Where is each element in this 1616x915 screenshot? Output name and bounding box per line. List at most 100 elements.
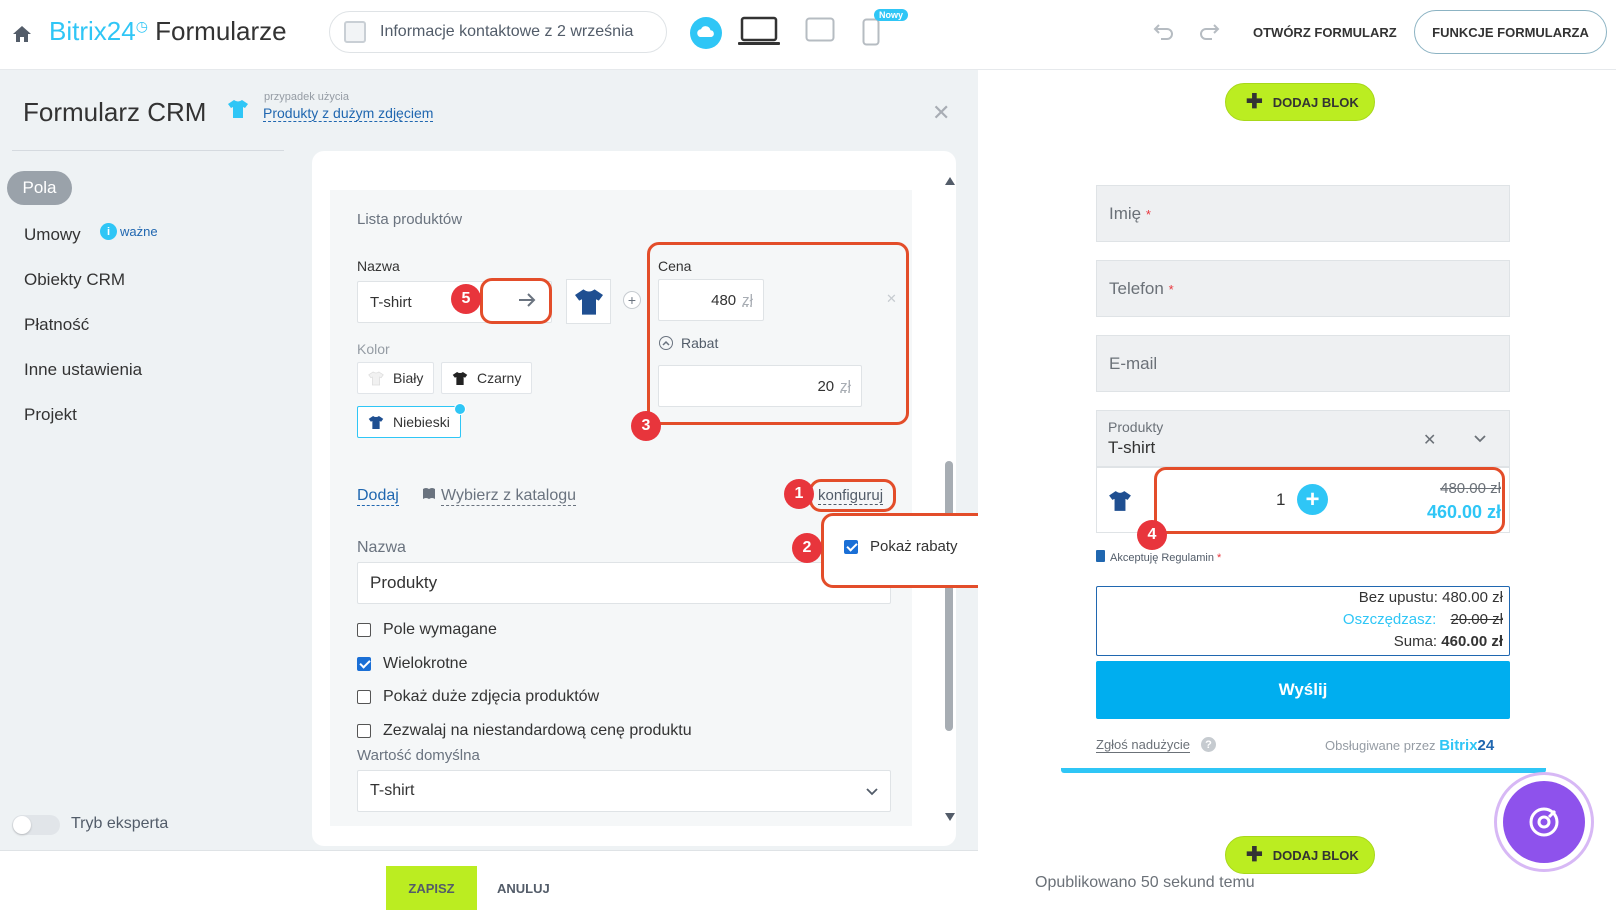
published-status: Opublikowano 50 sekund temu [1035, 874, 1255, 892]
add-block-button-top[interactable]: ✚ DODAJ BLOK [1225, 83, 1375, 121]
submit-button[interactable]: Wyślij [1096, 661, 1510, 719]
email-field-label: E-mail [1109, 354, 1158, 373]
show-discounts-checkbox[interactable] [844, 539, 858, 554]
save-button[interactable]: ZAPISZ [386, 866, 477, 910]
nav-item-other-settings[interactable]: Inne ustawienia [24, 360, 142, 380]
quantity-plus-button[interactable]: + [1297, 484, 1328, 515]
step-badge-3: 3 [631, 411, 661, 441]
help-icon[interactable]: ? [1201, 737, 1216, 752]
product-name-label: Nazwa [357, 258, 400, 274]
app-title: Bitrix24◷ Formularze [49, 16, 287, 47]
open-form-link[interactable]: OTWÓRZ FORMULARZ [1253, 25, 1397, 40]
cloud-icon[interactable] [690, 17, 722, 49]
clear-icon[interactable]: ✕ [1423, 430, 1436, 450]
nav-item-project[interactable]: Projekt [24, 405, 77, 425]
desktop-view-icon[interactable] [737, 16, 781, 48]
bottom-bar [0, 850, 978, 915]
copilot-icon [1503, 781, 1585, 863]
brand-logo: Bitrix24 [49, 16, 136, 46]
phone-field-label: Telefon [1109, 279, 1164, 298]
step-badge-5: 5 [451, 284, 481, 314]
price-value: 480 [711, 291, 737, 309]
usecase-label: przypadek użycia [264, 91, 349, 103]
color-label: Kolor [357, 341, 390, 357]
nav-item-pola[interactable]: Pola [7, 171, 72, 205]
add-block-label-bottom: DODAJ BLOK [1272, 847, 1359, 863]
tshirt-blue-icon [368, 415, 384, 429]
redo-icon[interactable] [1198, 22, 1220, 40]
required-field-option[interactable]: Pole wymagane [357, 621, 497, 639]
expert-mode-toggle[interactable] [12, 815, 60, 835]
color-option-white[interactable]: Biały [357, 362, 435, 394]
required-mark: * [1168, 282, 1174, 297]
nav-item-payment[interactable]: Płatność [24, 315, 89, 335]
multiple-checkbox[interactable] [357, 657, 371, 671]
tablet-view-icon[interactable] [805, 17, 835, 43]
discount-input[interactable]: 20 zł [658, 365, 862, 407]
close-icon[interactable]: ✕ [932, 100, 950, 126]
show-discounts-option[interactable]: Pokaż rabaty [844, 538, 958, 555]
mobile-view-icon[interactable] [862, 18, 880, 46]
required-field-label: Pole wymagane [383, 621, 497, 638]
report-abuse-link[interactable]: Zgłoś nadużycie [1096, 737, 1190, 753]
custom-price-option[interactable]: Zezwalaj na niestandardową cenę produktu [357, 722, 692, 740]
accept-terms-checkbox[interactable] [1096, 550, 1105, 562]
add-image-icon[interactable]: + [623, 291, 641, 309]
scroll-down-arrow[interactable] [944, 812, 956, 822]
section-title: Lista produktów [357, 211, 463, 228]
configure-link[interactable]: konfiguruj [818, 487, 884, 505]
cancel-button[interactable]: ANULUJ [497, 881, 550, 896]
remove-product-icon[interactable]: ✕ [886, 291, 897, 307]
large-photos-option[interactable]: Pokaż duże zdjęcia produktów [357, 688, 599, 706]
tshirt-icon [227, 99, 249, 119]
plus-icon: ✚ [1246, 91, 1263, 113]
form-selector[interactable]: Informacje kontaktowe z 2 września [329, 11, 667, 53]
scrollbar-thumb[interactable] [945, 461, 953, 731]
powered-by[interactable]: Obsługiwane przez Bitrix24 [1325, 737, 1494, 754]
discount-value: 20 [817, 377, 835, 395]
step-badge-2: 2 [792, 533, 822, 563]
clock-icon: ◷ [135, 18, 148, 34]
important-hint[interactable]: i ważne [100, 223, 158, 240]
summary-savings: Oszczędzasz: 20.00 zł [1342, 611, 1503, 628]
nav-item-crm-objects[interactable]: Obiekty CRM [24, 270, 125, 290]
form-functions-button[interactable]: FUNKCJE FORMULARZA [1414, 10, 1607, 54]
default-value-select[interactable]: T-shirt [357, 770, 891, 812]
expert-mode-label: Tryb eksperta [71, 815, 169, 832]
add-block-button-bottom[interactable]: ✚ DODAJ BLOK [1225, 836, 1375, 874]
add-product-link[interactable]: Dodaj [357, 487, 399, 506]
required-mark: * [1145, 207, 1151, 222]
catalog-book-icon [422, 487, 436, 500]
price-label: Cena [658, 258, 692, 274]
color-option-blue[interactable]: Niebieski [357, 406, 461, 438]
custom-price-checkbox[interactable] [357, 724, 371, 738]
important-label: ważne [120, 224, 158, 239]
step-badge-4: 4 [1137, 520, 1167, 550]
email-field[interactable]: E-mail [1096, 335, 1510, 392]
product-image[interactable] [566, 279, 611, 324]
undo-icon[interactable] [1153, 22, 1175, 40]
field-name-input[interactable]: Produkty [357, 562, 891, 604]
arrow-right-icon[interactable] [518, 292, 536, 308]
form-bottom-accent [1061, 768, 1546, 773]
name-field[interactable]: Imię * [1096, 185, 1510, 242]
chevron-up-icon[interactable] [659, 336, 673, 350]
panel-title: Formularz CRM [23, 97, 207, 127]
large-photos-checkbox[interactable] [357, 690, 371, 704]
form-name: Informacje kontaktowe z 2 września [380, 23, 634, 40]
color-option-black[interactable]: Czarny [441, 362, 533, 394]
color-label-blue: Niebieski [393, 414, 450, 430]
home-icon[interactable] [12, 25, 32, 43]
app-name: Formularze [155, 16, 287, 46]
price-input[interactable]: 480 zł [658, 279, 764, 321]
required-field-checkbox[interactable] [357, 623, 371, 637]
usecase-link[interactable]: Produkty z dużym zdjęciem [263, 105, 434, 122]
chevron-down-icon[interactable] [1474, 435, 1486, 443]
field-name-value: Produkty [370, 573, 438, 592]
choose-from-catalog-link[interactable]: Wybierz z katalogu [441, 487, 577, 506]
nav-item-umowy[interactable]: Umowy [24, 225, 81, 245]
copilot-widget[interactable] [1494, 772, 1594, 872]
multiple-option[interactable]: Wielokrotne [357, 655, 467, 673]
phone-field[interactable]: Telefon * [1096, 260, 1510, 317]
scroll-up-arrow[interactable] [944, 176, 956, 186]
